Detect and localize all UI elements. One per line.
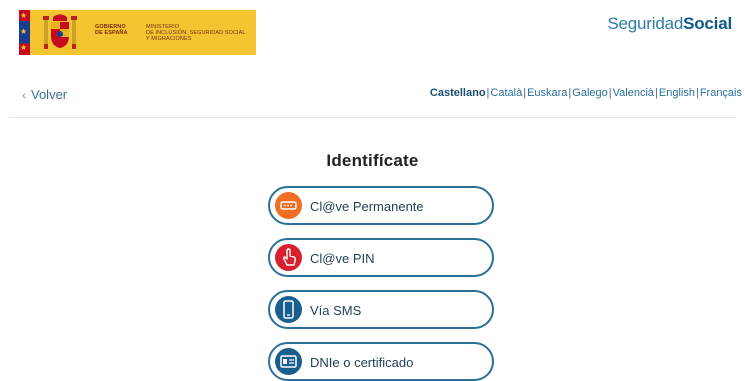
via-sms-button[interactable]: Vía SMS	[268, 290, 494, 329]
chevron-left-icon: ‹	[22, 88, 26, 102]
back-link[interactable]: ‹ Volver	[22, 87, 67, 102]
ministry-label: MINISTERIO DE INCLUSIÓN, SEGURIDAD SOCIA…	[146, 24, 246, 42]
language-link-català[interactable]: Català	[490, 87, 522, 99]
language-link-français[interactable]: Français	[700, 87, 742, 99]
coat-of-arms-icon	[43, 14, 77, 49]
language-link-valencià[interactable]: Valencià	[613, 87, 654, 99]
clave-pin-button[interactable]: Cl@ve PIN	[268, 238, 494, 277]
language-separator: |	[486, 87, 490, 99]
finger-tap-icon	[275, 244, 302, 271]
option-label: Cl@ve PIN	[310, 251, 375, 266]
option-label: Vía SMS	[310, 303, 362, 318]
divider	[9, 117, 736, 118]
language-separator: |	[608, 87, 612, 99]
language-link-euskara[interactable]: Euskara	[527, 87, 567, 99]
language-link-english[interactable]: English	[659, 87, 695, 99]
government-label: GOBIERNO DE ESPAÑA	[95, 24, 128, 36]
option-label: Cl@ve Permanente	[310, 199, 424, 214]
language-selector: Castellano|Català|Euskara|Galego|Valenci…	[430, 87, 742, 99]
seguridad-social-logo[interactable]: SeguridadSocial	[607, 14, 732, 34]
language-separator: |	[568, 87, 572, 99]
password-field-icon	[275, 192, 302, 219]
dnie-certificado-button[interactable]: DNIe o certificado	[268, 342, 494, 381]
language-link-castellano[interactable]: Castellano	[430, 87, 486, 99]
id-card-icon	[275, 348, 302, 375]
eu-flag-strip: ★ ★ ★	[19, 10, 30, 55]
language-separator: |	[695, 87, 699, 99]
star-icon: ★	[20, 27, 28, 36]
star-icon: ★	[20, 43, 28, 52]
government-banner: ★ ★ ★ GOBIERNO DE ESPAÑA MINISTERIO DE I…	[19, 10, 256, 55]
language-link-galego[interactable]: Galego	[572, 87, 607, 99]
star-icon: ★	[20, 11, 28, 20]
clave-permanente-button[interactable]: Cl@ve Permanente	[268, 186, 494, 225]
page-title: Identifícate	[326, 151, 419, 170]
mobile-phone-icon	[275, 296, 302, 323]
language-separator: |	[655, 87, 658, 99]
option-label: DNIe o certificado	[310, 355, 414, 370]
language-separator: |	[523, 87, 527, 99]
